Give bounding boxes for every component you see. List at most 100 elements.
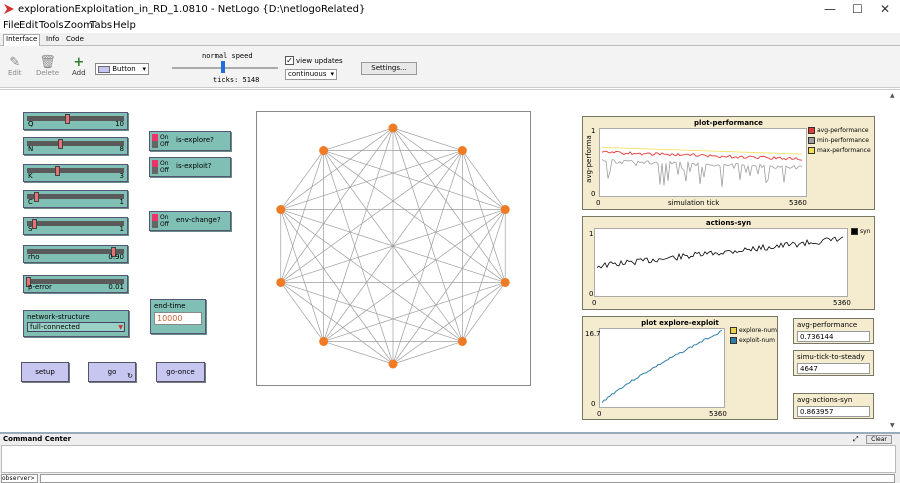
network-link xyxy=(392,209,506,365)
switch-on-off: On Off xyxy=(160,160,169,174)
legend-label: min-performance xyxy=(817,137,869,144)
slider-knob[interactable] xyxy=(57,139,63,149)
slider-knob[interactable] xyxy=(33,192,39,202)
slider-p-error[interactable]: p-error 0.01 xyxy=(23,275,128,293)
menu-file[interactable]: File xyxy=(3,20,20,31)
y-min-label: 0 xyxy=(591,190,596,198)
expand-icon[interactable]: ⤢ xyxy=(853,435,859,444)
speed-slider[interactable] xyxy=(172,67,278,69)
command-center: Command Center ⤢ Clear observer> xyxy=(0,432,900,483)
network-node xyxy=(319,336,329,346)
menu-tools[interactable]: Tools xyxy=(39,20,64,31)
slider-track[interactable] xyxy=(27,219,124,229)
tab-bar: Interface Info Code xyxy=(0,33,900,46)
series-syn xyxy=(596,236,844,269)
view-updates-checkbox[interactable]: ✓ xyxy=(285,56,294,65)
slider-value: 1 xyxy=(119,198,124,206)
legend-exploit-num: exploit-num xyxy=(730,337,775,344)
slider-knob[interactable] xyxy=(55,166,61,176)
slider-track[interactable] xyxy=(27,192,124,202)
minimize-button[interactable]: — xyxy=(824,2,836,16)
menu-help[interactable]: Help xyxy=(113,20,136,31)
plot-actions-syn: actions-syn 1 0 0 5360 syn xyxy=(582,216,875,310)
network-structure-chooser[interactable]: network-structure full-connected ▼ xyxy=(23,310,129,337)
widget-type-dropdown[interactable]: Button ▾ xyxy=(95,63,149,75)
menu-tabs[interactable]: Tabs xyxy=(90,20,112,31)
x-max-label: 5360 xyxy=(709,410,727,418)
tab-code[interactable]: Code xyxy=(64,35,86,43)
switch-toggle[interactable] xyxy=(152,214,158,228)
chevron-down-icon: ▾ xyxy=(330,70,334,78)
slider-q[interactable]: Q 10 xyxy=(23,112,128,130)
tab-interface[interactable]: Interface xyxy=(3,34,41,46)
on-label: On xyxy=(160,134,169,141)
clear-button[interactable]: Clear xyxy=(866,435,892,444)
switch-env-change[interactable]: On Off env-change? xyxy=(149,211,231,231)
slider-knob[interactable] xyxy=(64,114,70,124)
end-time-input[interactable]: 10000 xyxy=(154,312,202,325)
update-mode-dropdown[interactable]: continuous ▾ xyxy=(285,69,337,80)
network-link xyxy=(280,282,324,342)
chooser-select[interactable]: full-connected ▼ xyxy=(27,322,125,332)
go-button[interactable]: go ↻ xyxy=(88,362,136,382)
slider-rho[interactable]: rho 0.90 xyxy=(23,245,128,263)
switch-is-explore[interactable]: On Off is-explore? xyxy=(149,131,231,151)
update-mode-value: continuous xyxy=(288,70,327,78)
ticks-counter: ticks: 5148 xyxy=(213,76,260,84)
switch-label: is-explore? xyxy=(176,136,214,144)
slider-n[interactable]: N8 xyxy=(23,137,128,155)
scroll-up-icon[interactable]: ▲ xyxy=(890,92,895,99)
command-input[interactable] xyxy=(40,474,895,483)
slider-track[interactable] xyxy=(27,114,124,124)
switch-toggle[interactable] xyxy=(152,134,158,148)
button-widget-icon xyxy=(98,65,110,73)
tab-info[interactable]: Info xyxy=(44,35,61,43)
setup-button[interactable]: setup xyxy=(21,362,69,382)
forever-icon: ↻ xyxy=(127,372,133,380)
actions-chart xyxy=(596,236,844,269)
slider-label: p-error xyxy=(28,283,52,291)
network-node xyxy=(500,205,510,215)
slider-track[interactable] xyxy=(27,139,124,149)
slider-k[interactable]: K3 xyxy=(23,164,128,182)
go-label: go xyxy=(107,368,117,376)
menu-edit[interactable]: Edit xyxy=(19,20,38,31)
legend-label: syn xyxy=(860,228,871,235)
explore-exploit-chart xyxy=(601,329,723,403)
triangle-down-icon: ▼ xyxy=(118,324,123,331)
network-link xyxy=(280,150,324,210)
scroll-down-icon[interactable]: ▼ xyxy=(890,422,895,429)
network-graph xyxy=(276,123,510,369)
legend-swatch xyxy=(808,137,815,144)
observer-dropdown[interactable]: observer> xyxy=(1,474,38,483)
slider-value: 3 xyxy=(119,172,124,180)
world-view[interactable] xyxy=(256,111,531,386)
switch-is-exploit[interactable]: On Off is-exploit? xyxy=(149,157,231,177)
switch-label: env-change? xyxy=(176,216,221,224)
monitor-simu-tick-to-steady: simu-tick-to-steady 4647 xyxy=(793,350,874,376)
legend-swatch xyxy=(808,127,815,134)
network-link xyxy=(392,127,506,283)
go-once-button[interactable]: go-once xyxy=(156,362,205,382)
on-label: On xyxy=(160,214,169,221)
network-node xyxy=(388,359,398,369)
slider-s[interactable]: S1 xyxy=(23,217,128,235)
close-button[interactable]: ✕ xyxy=(880,2,890,16)
slider-c[interactable]: C1 xyxy=(23,190,128,208)
settings-button[interactable]: Settings... xyxy=(361,62,417,75)
menu-zoom[interactable]: Zoom xyxy=(64,20,93,31)
speed-slider-handle[interactable] xyxy=(221,61,225,73)
pencil-icon: ✎ xyxy=(9,55,21,70)
switch-toggle[interactable] xyxy=(152,160,158,174)
add-button[interactable]: + Add xyxy=(72,55,86,77)
plot-title: actions-syn xyxy=(705,219,752,227)
delete-button[interactable]: 🗑 Delete xyxy=(36,55,59,77)
performance-chart xyxy=(601,147,803,188)
monitor-value: 4647 xyxy=(797,363,870,374)
network-link xyxy=(323,150,506,283)
slider-track[interactable] xyxy=(27,166,124,176)
slider-knob[interactable] xyxy=(31,219,37,229)
edit-button[interactable]: ✎ Edit xyxy=(8,55,22,77)
x-min-label: 0 xyxy=(597,410,602,418)
maximize-button[interactable]: ☐ xyxy=(852,2,863,16)
